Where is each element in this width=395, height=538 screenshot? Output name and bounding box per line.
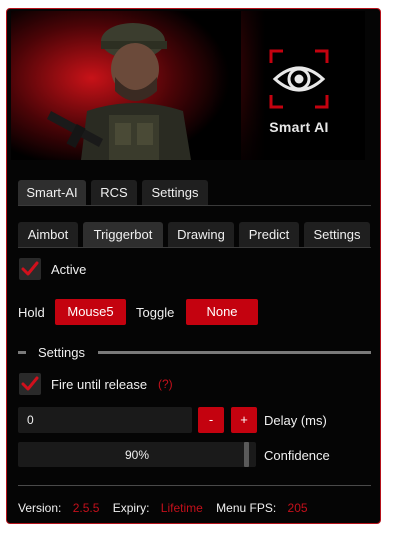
checkmark-icon bbox=[21, 376, 39, 391]
soldier-artwork bbox=[11, 11, 241, 160]
subtab-predict[interactable]: Predict bbox=[239, 222, 299, 247]
tab-smart-ai[interactable]: Smart-AI bbox=[18, 180, 86, 205]
fire-until-release-checkbox[interactable] bbox=[19, 373, 41, 395]
subtab-aimbot[interactable]: Aimbot bbox=[18, 222, 78, 247]
fps-value: 205 bbox=[287, 501, 308, 515]
delay-input[interactable]: 0 bbox=[18, 407, 192, 433]
help-hint[interactable]: (?) bbox=[158, 377, 173, 391]
expiry-label: Expiry: bbox=[112, 501, 150, 515]
version-value: 2.5.5 bbox=[72, 501, 100, 515]
section-divider-left bbox=[18, 351, 26, 354]
subtab-triggerbot[interactable]: Triggerbot bbox=[83, 222, 163, 247]
footer-status: Version: 2.5.5 Expiry: Lifetime Menu FPS… bbox=[18, 501, 308, 515]
eye-logo-icon bbox=[269, 49, 329, 109]
fps-label: Menu FPS: bbox=[216, 501, 277, 515]
active-checkbox[interactable] bbox=[19, 258, 41, 280]
fire-until-release-label: Fire until release bbox=[51, 377, 148, 392]
delay-label: Delay (ms) bbox=[264, 413, 327, 428]
delay-decrement-button[interactable]: - bbox=[198, 407, 224, 433]
toggle-label: Toggle bbox=[136, 305, 175, 320]
footer-divider bbox=[18, 485, 371, 486]
main-tabs-divider bbox=[18, 205, 371, 206]
toggle-key-button[interactable]: None bbox=[186, 299, 258, 325]
delay-increment-button[interactable]: + bbox=[231, 407, 257, 433]
hold-label: Hold bbox=[18, 305, 45, 320]
confidence-slider[interactable]: 90% bbox=[18, 442, 256, 467]
hold-key-button[interactable]: Mouse5 bbox=[55, 299, 126, 325]
section-divider-right bbox=[98, 351, 371, 354]
subtab-settings[interactable]: Settings bbox=[304, 222, 370, 247]
expiry-value: Lifetime bbox=[160, 501, 203, 515]
sub-tabs-divider bbox=[18, 247, 371, 248]
tab-rcs[interactable]: RCS bbox=[91, 180, 137, 205]
header-banner: Smart AI bbox=[11, 11, 365, 160]
version-label: Version: bbox=[18, 501, 62, 515]
checkmark-icon bbox=[21, 261, 39, 276]
brand-name: Smart AI bbox=[269, 119, 329, 135]
delay-value: 0 bbox=[27, 413, 34, 427]
tab-settings[interactable]: Settings bbox=[142, 180, 208, 205]
active-label: Active bbox=[51, 262, 87, 277]
confidence-label: Confidence bbox=[264, 448, 330, 463]
settings-section-title: Settings bbox=[38, 345, 85, 360]
confidence-value: 90% bbox=[124, 448, 150, 462]
subtab-drawing[interactable]: Drawing bbox=[168, 222, 234, 247]
